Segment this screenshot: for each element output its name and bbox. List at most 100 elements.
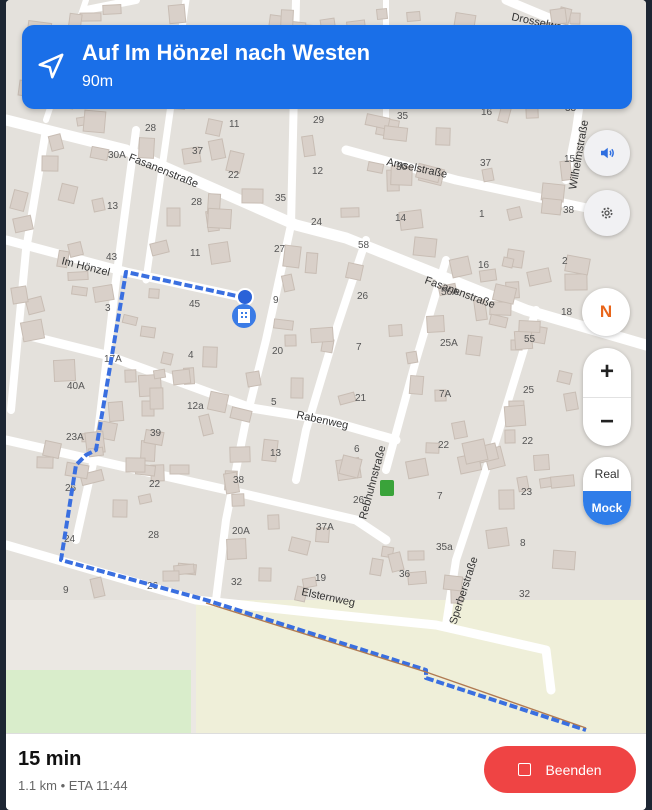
zoom-in-button[interactable]: + — [583, 348, 631, 397]
building — [485, 527, 510, 549]
building — [226, 538, 247, 560]
playground-icon — [380, 480, 394, 496]
building — [149, 387, 164, 410]
map-canvas[interactable]: 1515A37355856A5540A393837A36343330A28272… — [6, 0, 646, 733]
building — [162, 570, 180, 582]
building — [258, 567, 272, 582]
house-number: 35a — [436, 542, 453, 553]
building — [112, 499, 128, 518]
building — [152, 368, 167, 380]
house-number: 37A — [316, 522, 334, 533]
sound-button[interactable] — [584, 130, 630, 176]
building — [301, 134, 316, 158]
map-view[interactable]: 1515A37355856A5540A393837A36343330A28272… — [6, 0, 646, 733]
house-number: 40A — [67, 381, 85, 392]
building — [206, 207, 233, 230]
building — [338, 454, 363, 479]
building — [498, 489, 515, 510]
grass-area — [6, 670, 191, 733]
house-number: 38 — [563, 205, 575, 216]
destination-marker[interactable] — [236, 288, 254, 306]
end-navigation-button[interactable]: Beenden — [484, 746, 636, 793]
building — [79, 12, 102, 22]
compass-button[interactable]: N — [582, 288, 630, 336]
house-number: 22 — [522, 436, 534, 447]
house-number: 29 — [313, 115, 325, 126]
building — [171, 368, 192, 386]
house-number: 28 — [145, 123, 157, 134]
building — [426, 314, 445, 334]
trip-details: 1.1 km • ETA 11:44 — [18, 778, 128, 793]
house-number: 35 — [397, 111, 409, 122]
building — [451, 420, 468, 440]
building — [344, 261, 365, 282]
building — [272, 318, 295, 331]
house-number: 13 — [107, 201, 119, 212]
building — [290, 377, 304, 399]
trip-duration: 15 min — [18, 748, 82, 770]
house-number: 9 — [63, 585, 69, 596]
house-number: 7 — [437, 491, 443, 502]
location-mode-toggle: Real Mock — [583, 457, 631, 525]
building — [532, 453, 551, 472]
house-number: 36 — [399, 569, 411, 580]
building — [82, 109, 107, 134]
house-number: 37 — [480, 158, 492, 169]
building — [160, 351, 174, 366]
house-number: 23A — [66, 432, 84, 443]
house-number: 12 — [312, 166, 324, 177]
house-number: 32 — [231, 577, 243, 588]
building — [549, 474, 576, 489]
house-number: 20 — [272, 346, 284, 357]
house-number: 28 — [148, 530, 160, 541]
building — [564, 273, 588, 291]
settings-button[interactable] — [584, 190, 630, 236]
zoom-out-button[interactable]: − — [583, 397, 631, 446]
building — [388, 324, 403, 337]
house-number: 45 — [189, 299, 201, 310]
house-number: 22 — [438, 440, 450, 451]
building — [166, 207, 181, 227]
building — [551, 549, 577, 571]
house-number: 19 — [315, 573, 327, 584]
house-number: 28 — [191, 197, 203, 208]
building — [42, 439, 62, 460]
house-number: 55 — [524, 334, 536, 345]
building — [435, 127, 451, 146]
building — [304, 252, 319, 274]
building — [465, 334, 483, 357]
building — [564, 254, 591, 276]
building-poi-icon[interactable] — [232, 304, 256, 328]
house-number: 35 — [275, 193, 287, 204]
house-number: 3 — [105, 303, 111, 314]
house-number: 12a — [187, 401, 204, 412]
building — [91, 197, 106, 213]
house-number: 4 — [188, 350, 194, 361]
building — [448, 255, 473, 279]
building — [412, 236, 438, 258]
building — [540, 197, 563, 216]
building — [461, 438, 489, 465]
building — [518, 319, 541, 334]
building — [202, 346, 218, 368]
building — [57, 182, 79, 205]
building — [404, 457, 430, 480]
house-number: 11 — [229, 119, 240, 130]
building — [406, 10, 421, 23]
gear-icon — [601, 207, 613, 219]
house-number: 37 — [192, 146, 204, 157]
building — [148, 288, 160, 299]
building — [229, 446, 251, 463]
house-number: 18 — [561, 307, 573, 318]
house-number: 7 — [356, 342, 362, 353]
building — [52, 358, 77, 383]
stop-icon — [518, 763, 532, 776]
building — [340, 207, 360, 218]
house-number: 23 — [521, 487, 533, 498]
building — [167, 3, 187, 25]
building — [375, 7, 389, 21]
building — [282, 244, 302, 269]
building — [241, 188, 264, 204]
house-number: 58 — [358, 240, 370, 251]
house-number: 1 — [479, 209, 485, 220]
